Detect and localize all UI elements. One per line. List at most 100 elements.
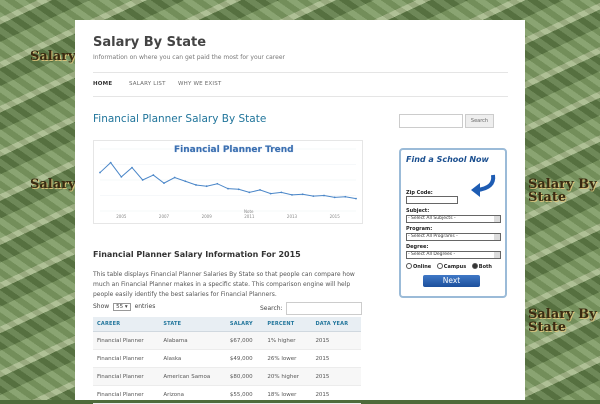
- radio-campus-dot: [436, 263, 443, 269]
- cell-state: American Samoa: [159, 367, 226, 386]
- radio-campus[interactable]: Campus: [436, 263, 467, 270]
- radio-online[interactable]: Online: [406, 263, 432, 270]
- trend-point: [195, 184, 197, 186]
- x-tick-label: 2009: [202, 214, 213, 219]
- program-select[interactable]: - Select All Programs -: [406, 233, 501, 241]
- entries-control: Show 55 ▾ entries: [93, 303, 155, 311]
- trend-point: [173, 176, 176, 179]
- nav-item-why-we-exist[interactable]: WHY WE EXIST: [178, 81, 221, 87]
- entries-select[interactable]: 55 ▾: [113, 303, 131, 311]
- curved-arrow-icon: [471, 174, 496, 197]
- section-heading: Financial Planner Salary Information For…: [93, 250, 301, 259]
- trend-point: [269, 192, 272, 195]
- subject-select[interactable]: - Select All Subjects -: [406, 215, 501, 223]
- degree-select[interactable]: - Select All Degrees -: [406, 251, 501, 259]
- page-title: Financial Planner Salary By State: [93, 113, 267, 125]
- cell-career: Financial Planner: [93, 331, 160, 350]
- cell-percent: 1% higher: [263, 331, 312, 350]
- column-header-career[interactable]: CAREER: [93, 317, 160, 332]
- column-header-data-year[interactable]: DATA YEAR: [311, 317, 361, 332]
- cell-career: Financial Planner: [93, 349, 160, 368]
- cell-salary: $49,000: [225, 349, 264, 368]
- entries-value: 55: [116, 304, 124, 310]
- cell-percent: 20% higher: [263, 367, 312, 386]
- cell-percent: 26% lower: [263, 349, 312, 368]
- trend-point: [152, 174, 155, 176]
- trend-point: [216, 182, 219, 185]
- cell-percent: 18% lower: [263, 385, 312, 404]
- cell-salary: $67,000: [225, 331, 264, 350]
- trend-point: [237, 188, 240, 191]
- table-header-row: CAREER STATE SALARY PERCENT DATA YEAR: [93, 317, 361, 332]
- trend-point: [333, 196, 336, 199]
- x-tick-label: 2007: [159, 214, 170, 219]
- trend-point: [163, 182, 165, 184]
- column-header-salary[interactable]: SALARY: [225, 317, 264, 332]
- x-tick-label: 2005: [116, 214, 127, 219]
- trend-point: [248, 191, 251, 194]
- show-label: Show: [93, 303, 110, 310]
- site-description: Information on where you can get paid th…: [93, 54, 285, 61]
- salary-table: CAREER STATE SALARY PERCENT DATA YEAR Fi…: [93, 317, 361, 404]
- radio-both-label: Both: [478, 263, 492, 270]
- radio-both[interactable]: Both: [471, 263, 492, 270]
- content-page: Salary By State Information on where you…: [75, 20, 525, 404]
- radio-online-label: Online: [413, 263, 432, 270]
- trend-chart: 2005 2007 2009 2011 2013 2015 Note Financial P…: [93, 140, 363, 224]
- table-row: Financial Planner American Samoa $80,000…: [93, 367, 361, 386]
- nav-item-home[interactable]: HOME: [93, 81, 112, 87]
- cell-year: 2015: [311, 349, 361, 368]
- table-search-input[interactable]: [286, 302, 362, 315]
- next-button[interactable]: Next: [423, 275, 480, 287]
- cell-state: Arizona: [159, 385, 226, 404]
- trend-point: [355, 197, 357, 200]
- trend-point: [109, 161, 112, 164]
- x-axis-note: Note: [244, 209, 254, 214]
- table-row: Financial Planner Arizona $55,000 18% lo…: [93, 385, 361, 404]
- subject-label: Subject:: [406, 208, 430, 214]
- trend-line: [99, 161, 357, 200]
- trend-point: [344, 195, 347, 198]
- study-mode-radios: Online Campus Both: [406, 263, 496, 270]
- degree-label: Degree:: [406, 244, 429, 250]
- chart-title: Financial Planner Trend: [174, 145, 294, 155]
- x-tick-label: 2013: [287, 214, 298, 219]
- find-school-widget: Find a School Now Zip Code: Subject: - S…: [399, 148, 507, 298]
- sidebar-search-button[interactable]: Search: [465, 114, 494, 128]
- x-tick-label: 2015: [330, 214, 341, 219]
- column-header-state[interactable]: STATE: [159, 317, 226, 332]
- entries-label: entries: [134, 303, 156, 310]
- cell-salary: $80,000: [225, 367, 264, 386]
- x-tick-label: 2011: [244, 214, 255, 219]
- trend-point: [141, 179, 144, 181]
- cell-career: Financial Planner: [93, 385, 160, 404]
- zip-input[interactable]: [406, 196, 458, 204]
- trend-point: [301, 193, 304, 196]
- program-label: Program:: [406, 226, 433, 232]
- cell-state: Alaska: [159, 349, 226, 368]
- trend-point: [323, 194, 325, 197]
- trend-point: [280, 191, 283, 194]
- nav-item-salary-list[interactable]: SALARY LIST: [129, 81, 166, 87]
- widget-title: Find a School Now: [406, 155, 489, 164]
- cell-career: Financial Planner: [93, 367, 160, 386]
- site-title[interactable]: Salary By State: [93, 35, 206, 50]
- trend-point: [184, 180, 187, 183]
- radio-campus-label: Campus: [443, 263, 467, 270]
- cell-salary: $55,000: [225, 385, 264, 404]
- cell-year: 2015: [311, 385, 361, 404]
- sidebar-search-input[interactable]: [399, 114, 463, 128]
- table-row: Financial Planner Alaska $49,000 26% low…: [93, 349, 361, 368]
- trend-point: [291, 193, 293, 196]
- column-header-percent[interactable]: PERCENT: [263, 317, 312, 332]
- intro-paragraph: This table displays Financial Planner Sa…: [93, 271, 355, 298]
- trend-point: [205, 185, 208, 188]
- trend-point: [259, 189, 261, 191]
- table-row: Financial Planner Alabama $67,000 1% hig…: [93, 331, 361, 350]
- cell-state: Alabama: [159, 331, 226, 350]
- trend-point: [227, 187, 229, 190]
- trend-point: [99, 171, 101, 174]
- radio-online-dot: [406, 263, 412, 269]
- radio-both-dot: [471, 263, 478, 269]
- trend-point: [120, 176, 123, 178]
